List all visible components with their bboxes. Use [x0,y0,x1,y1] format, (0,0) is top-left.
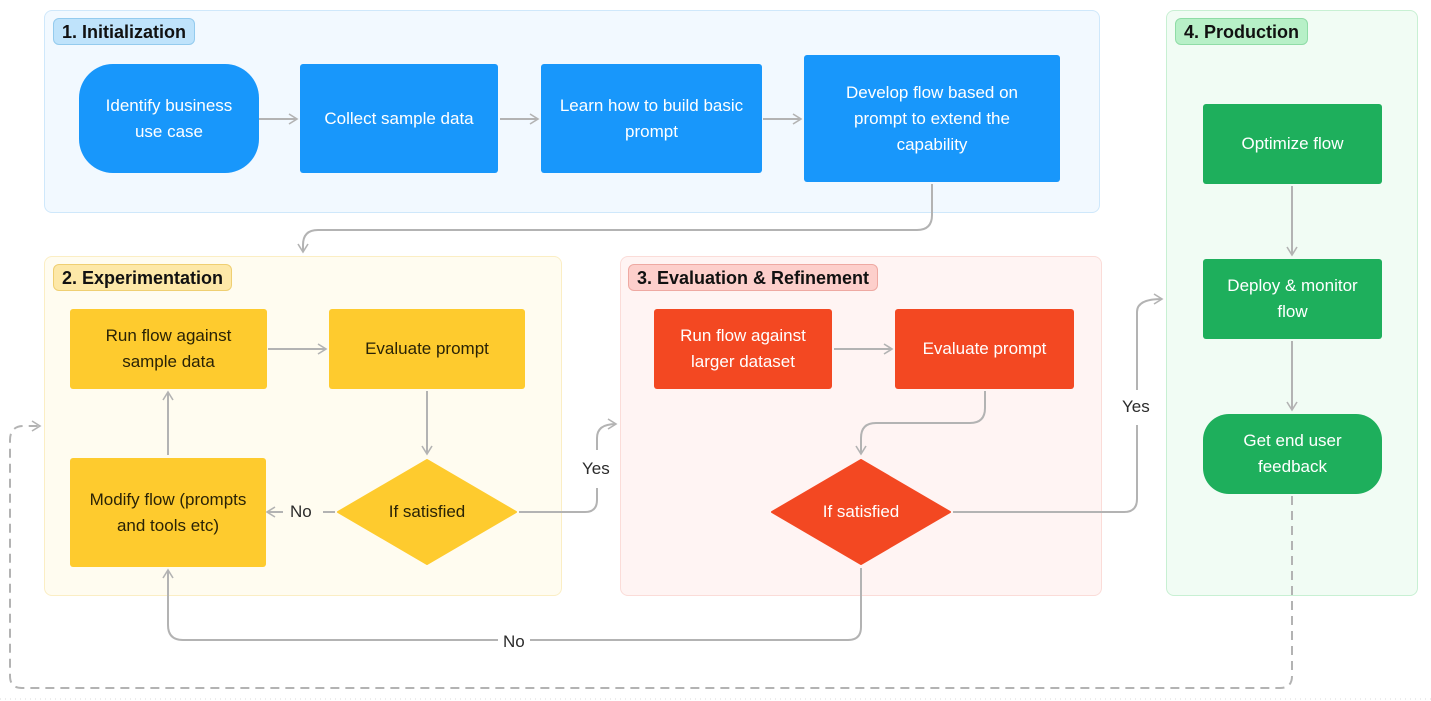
group-title-experimentation: 2. Experimentation [53,264,233,291]
edge-label-no-exp: No [290,502,312,521]
edge-yes-production [1136,293,1164,390]
decision-label: If satisfied [822,502,900,521]
group-title-initialization: 1. Initialization [53,18,196,45]
node-deploy-monitor[interactable]: Deploy & monitor flow [1203,259,1382,339]
node-end-user-feedback[interactable]: Get end user feedback [1203,414,1382,494]
node-run-sample-data[interactable]: Run flow against sample data [70,309,267,389]
node-identify-use-case[interactable]: Identify business use case [79,64,259,173]
edge-label-no-eval: No [503,632,525,651]
node-learn-basic-prompt[interactable]: Learn how to build basic prompt [541,64,762,173]
node-collect-sample-data[interactable]: Collect sample data [300,64,498,173]
node-optimize-flow[interactable]: Optimize flow [1203,104,1382,184]
flowchart-canvas: 1. Initialization 2. Experimentation 3. … [0,0,1431,701]
node-develop-flow[interactable]: Develop flow based on prompt to extend t… [804,55,1060,182]
decision-label: If satisfied [388,502,466,521]
node-evaluate-prompt-exp[interactable]: Evaluate prompt [329,309,525,389]
edge-label-yes-eval: Yes [1122,397,1150,416]
decision-satisfied-exp[interactable]: If satisfied [336,458,518,566]
edge-label-yes-exp: Yes [582,459,610,478]
node-modify-flow[interactable]: Modify flow (prompts and tools etc) [70,458,266,567]
node-run-larger-dataset[interactable]: Run flow against larger dataset [654,309,832,389]
group-title-production: 4. Production [1175,18,1309,45]
edge-yes-evaluation [596,418,618,450]
group-title-evaluation: 3. Evaluation & Refinement [628,264,879,291]
decision-satisfied-eval[interactable]: If satisfied [770,458,952,566]
node-evaluate-prompt-eval[interactable]: Evaluate prompt [895,309,1074,389]
